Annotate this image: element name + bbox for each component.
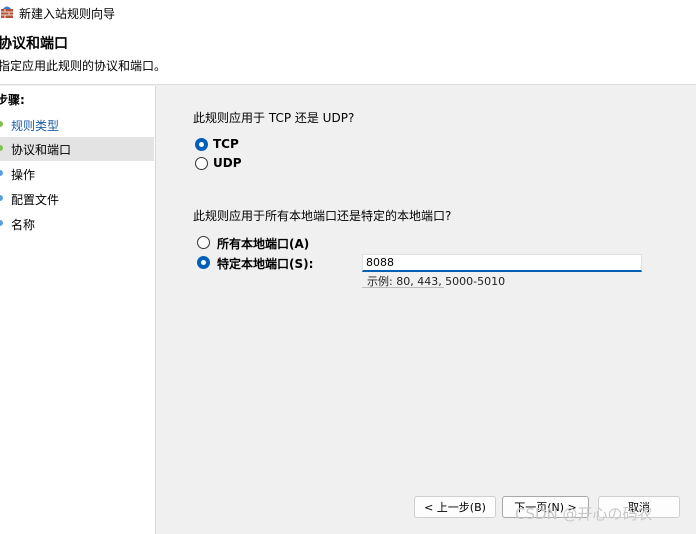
step-label: 协议和端口 [11, 143, 72, 157]
radio-label: UDP [213, 156, 242, 170]
step-label: 规则类型 [11, 119, 60, 133]
page-header: 协议和端口 指定应用此规则的协议和端口。 [0, 26, 696, 85]
step-rule-type[interactable]: 规则类型 [0, 113, 154, 137]
steps-heading: 步骤: [0, 93, 25, 107]
port-input[interactable] [362, 254, 642, 272]
radio-button[interactable] [195, 157, 208, 170]
step-status-dot [0, 220, 3, 226]
page-description: 指定应用此规则的协议和端口。 [0, 59, 167, 73]
radio-label: 所有本地端口(A) [217, 237, 310, 251]
step-name[interactable]: 名称 [0, 212, 154, 236]
step-status-dot [0, 195, 3, 201]
page-title: 协议和端口 [0, 36, 68, 52]
step-label: 配置文件 [11, 193, 60, 207]
radio-button[interactable] [197, 256, 210, 269]
example-divider [362, 287, 444, 288]
step-status-dot [0, 145, 3, 151]
main-content: 此规则应用于 TCP 还是 UDP? TCP UDP 此规则应用于所有本地端口还… [156, 86, 696, 534]
firewall-icon [1, 6, 13, 18]
radio-button[interactable] [195, 138, 208, 151]
step-status-dot [0, 121, 3, 127]
step-status-dot [0, 170, 3, 176]
step-profile[interactable]: 配置文件 [0, 187, 154, 211]
step-label: 名称 [11, 218, 36, 232]
title-bar: 新建入站规则向导 [0, 0, 696, 26]
protocol-question: 此规则应用于 TCP 还是 UDP? [193, 111, 355, 125]
steps-pane: 步骤: 规则类型 协议和端口 操作 配置文件 名称 [0, 86, 156, 534]
step-protocol-ports[interactable]: 协议和端口 [0, 137, 154, 161]
window-title: 新建入站规则向导 [19, 7, 116, 21]
radio-button[interactable] [197, 236, 210, 249]
step-action[interactable]: 操作 [0, 162, 154, 186]
step-label: 操作 [11, 168, 36, 182]
watermark: CSDN @开心の码农 [515, 505, 653, 523]
ports-question: 此规则应用于所有本地端口还是特定的本地端口? [193, 209, 452, 223]
radio-label: 特定本地端口(S): [217, 257, 314, 271]
radio-label: TCP [213, 137, 239, 151]
back-button[interactable]: < 上一步(B) [414, 496, 496, 518]
